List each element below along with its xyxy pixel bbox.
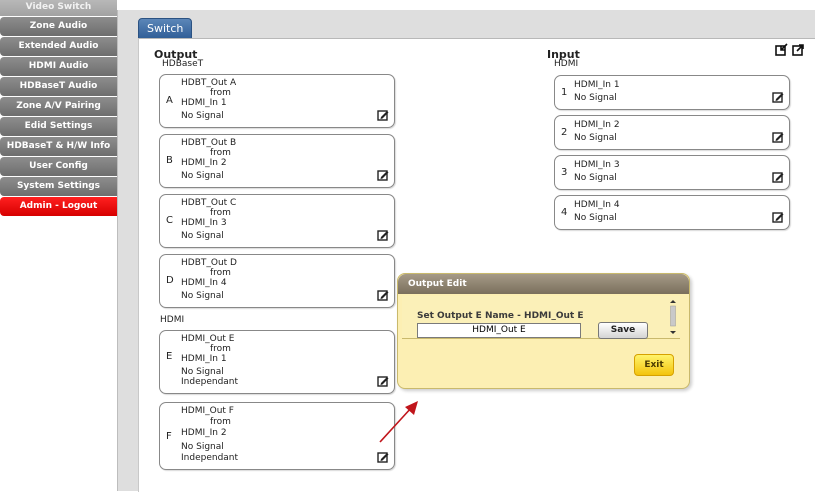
output-card-c[interactable]: HDBT_Out C from C HDMI_In 3 No Signal: [159, 194, 395, 248]
nav-system-settings[interactable]: System Settings: [0, 177, 117, 196]
dialog-body: Set Output E Name - HDMI_Out E Save: [402, 296, 680, 339]
output-name: HDMI_Out F: [181, 406, 234, 416]
input-name: HDMI_In 1: [574, 80, 620, 90]
output-status: No Signal: [181, 171, 224, 181]
dialog-title[interactable]: Output Edit: [398, 274, 689, 294]
output-name: HDMI_Out E: [181, 334, 235, 344]
hdbaset-group-label: HDBaseT: [162, 59, 204, 69]
input-card-1[interactable]: 1 HDMI_In 1 No Signal: [554, 75, 790, 110]
output-from: from: [210, 208, 231, 218]
output-from: from: [210, 344, 231, 354]
nav-admin-logout[interactable]: Admin - Logout: [0, 197, 117, 216]
output-source: HDMI_In 1: [181, 98, 227, 108]
nav-extended-audio[interactable]: Extended Audio: [0, 37, 117, 56]
input-status: No Signal: [574, 213, 617, 223]
input-name: HDMI_In 4: [574, 200, 620, 210]
hdmi-output-group-label: HDMI: [160, 315, 185, 325]
save-button[interactable]: Save: [598, 322, 648, 339]
input-name: HDMI_In 3: [574, 160, 620, 170]
hdmi-input-group-label: HDMI: [554, 59, 579, 69]
output-name-label: Set Output E Name - HDMI_Out E: [417, 311, 584, 321]
output-source: HDMI_In 1: [181, 354, 227, 364]
output-edit-dialog: Output Edit Set Output E Name - HDMI_Out…: [397, 273, 690, 389]
output-letter: E: [166, 351, 173, 362]
input-name: HDMI_In 2: [574, 120, 620, 130]
output-letter: B: [166, 155, 173, 166]
output-source: HDMI_In 4: [181, 278, 227, 288]
input-number: 3: [561, 167, 568, 178]
input-status: No Signal: [574, 173, 617, 183]
output-from: from: [210, 148, 231, 158]
input-card-4[interactable]: 4 HDMI_In 4 No Signal: [554, 195, 790, 230]
output-from: from: [210, 417, 231, 427]
edit-icon[interactable]: [772, 211, 784, 223]
output-status: No Signal: [181, 231, 224, 241]
output-name-input[interactable]: [417, 323, 581, 338]
output-card-b[interactable]: HDBT_Out B from B HDMI_In 2 No Signal: [159, 134, 395, 188]
output-letter: A: [166, 95, 173, 106]
edit-icon[interactable]: [377, 109, 389, 121]
output-mode: Independant: [181, 453, 239, 463]
input-status: No Signal: [574, 133, 617, 143]
input-status: No Signal: [574, 93, 617, 103]
input-number: 1: [561, 87, 568, 98]
main-panel: Switch Output HDBaseT HDBT_Out A from A …: [117, 10, 815, 492]
output-source: HDMI_In 3: [181, 218, 227, 228]
dialog-scrollbar[interactable]: [669, 299, 677, 335]
import-icon[interactable]: [775, 43, 788, 56]
nav-hdbaset-audio[interactable]: HDBaseT Audio: [0, 77, 117, 96]
nav-user-config[interactable]: User Config: [0, 157, 117, 176]
output-card-e[interactable]: HDMI_Out E from E HDMI_In 1 No Signal In…: [159, 330, 395, 394]
output-source: HDMI_In 2: [181, 158, 227, 168]
output-card-f[interactable]: HDMI_Out F from F HDMI_In 2 No Signal In…: [159, 402, 395, 470]
output-from: from: [210, 88, 231, 98]
edit-icon[interactable]: [772, 91, 784, 103]
output-mode: Independant: [181, 377, 239, 387]
output-status: No Signal: [181, 367, 224, 377]
nav-video-switch[interactable]: Video Switch: [0, 0, 117, 16]
output-status: No Signal: [181, 291, 224, 301]
output-name: HDBT_Out C: [181, 198, 237, 208]
nav-hdbaset-hw-info[interactable]: HDBaseT & H/W Info: [0, 137, 117, 156]
output-card-a[interactable]: HDBT_Out A from A HDMI_In 1 No Signal: [159, 74, 395, 128]
output-letter: D: [166, 275, 174, 286]
output-name: HDBT_Out A: [181, 78, 237, 88]
annotation-arrow-icon: [379, 401, 418, 443]
output-letter: C: [166, 215, 173, 226]
top-toolbar: [775, 43, 805, 56]
output-name: HDBT_Out B: [181, 138, 237, 148]
export-icon[interactable]: [792, 43, 805, 56]
output-status: No Signal: [181, 111, 224, 121]
edit-icon[interactable]: [377, 169, 389, 181]
input-number: 4: [561, 207, 568, 218]
edit-icon[interactable]: [772, 171, 784, 183]
output-card-d[interactable]: HDBT_Out D from D HDMI_In 4 No Signal: [159, 254, 395, 308]
output-status: No Signal: [181, 442, 224, 452]
nav-zone-audio[interactable]: Zone Audio: [0, 17, 117, 36]
edit-icon[interactable]: [377, 375, 389, 387]
nav-zone-av-pairing[interactable]: Zone A/V Pairing: [0, 97, 117, 116]
tab-switch[interactable]: Switch: [138, 18, 193, 40]
edit-icon[interactable]: [377, 289, 389, 301]
edit-icon[interactable]: [377, 229, 389, 241]
output-letter: F: [166, 431, 172, 442]
input-card-3[interactable]: 3 HDMI_In 3 No Signal: [554, 155, 790, 190]
switch-content: Output HDBaseT HDBT_Out A from A HDMI_In…: [138, 38, 815, 492]
edit-icon[interactable]: [772, 131, 784, 143]
output-name: HDBT_Out D: [181, 258, 237, 268]
input-card-2[interactable]: 2 HDMI_In 2 No Signal: [554, 115, 790, 150]
nav-hdmi-audio[interactable]: HDMI Audio: [0, 57, 117, 76]
output-from: from: [210, 268, 231, 278]
nav-edid-settings[interactable]: Edid Settings: [0, 117, 117, 136]
output-source: HDMI_In 2: [181, 428, 227, 438]
exit-button[interactable]: Exit: [634, 354, 674, 376]
input-number: 2: [561, 127, 568, 138]
edit-icon[interactable]: [377, 451, 389, 463]
sidebar-nav: Video Switch Zone Audio Extended Audio H…: [0, 0, 117, 217]
